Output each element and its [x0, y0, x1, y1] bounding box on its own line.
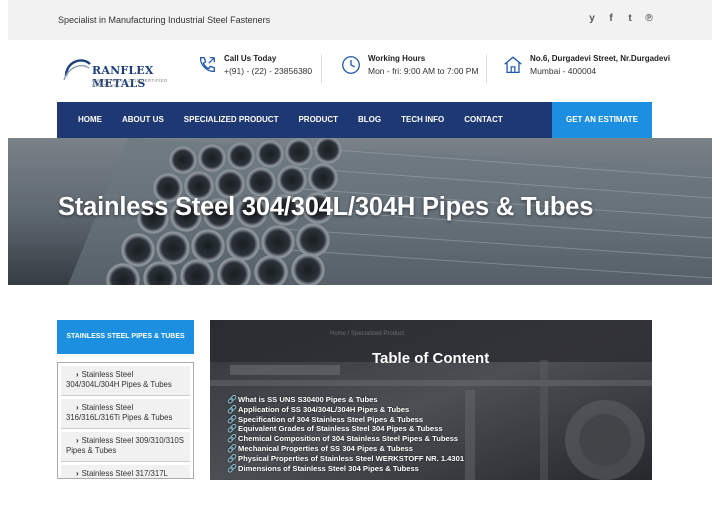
chevron-right-icon: ›	[76, 403, 79, 412]
link-icon: 🔗	[227, 453, 237, 463]
clock-icon	[342, 56, 360, 74]
address-line-2: Mumbai - 400004	[530, 66, 597, 76]
site-header: RANFLEX METALS (AN ISO 9001 : 2015 CERTI…	[8, 40, 712, 102]
toc-title: Table of Content	[372, 350, 490, 367]
header-divider	[321, 54, 322, 84]
toc-item[interactable]: 🔗What is SS UNS S30400 Pipes & Tubes	[227, 395, 464, 405]
toc-item[interactable]: 🔗Equivalent Grades of Stainless Steel 30…	[227, 424, 464, 434]
top-bar: Specialist in Manufacturing Industrial S…	[8, 0, 712, 40]
link-icon: 🔗	[227, 463, 237, 473]
chevron-right-icon: ›	[76, 469, 79, 478]
main-nav: HOME ABOUT US SPECIALIZED PRODUCT PRODUC…	[57, 102, 652, 138]
nav-blog[interactable]: BLOG	[348, 102, 391, 138]
nav-specialized-product[interactable]: SPECIALIZED PRODUCT	[174, 102, 289, 138]
nav-tech-info[interactable]: TECH INFO	[391, 102, 454, 138]
table-of-content-panel: Home / Specialized Product Table of Cont…	[210, 320, 652, 480]
hours-title: Working Hours	[368, 54, 426, 63]
twitter-icon[interactable]: y	[587, 13, 597, 24]
phone-icon	[199, 57, 215, 73]
social-links: y f t ℗	[587, 13, 654, 24]
link-icon: 🔗	[227, 395, 237, 404]
facebook-icon[interactable]: f	[606, 13, 616, 24]
link-icon: 🔗	[227, 414, 237, 424]
sidebar-item-317[interactable]: ›Stainless Steel 317/317L Pipes & Tubes	[61, 465, 190, 478]
chevron-right-icon: ›	[76, 370, 79, 379]
nav-contact[interactable]: CONTACT	[454, 102, 513, 138]
address-line-1: No.6, Durgadevi Street, Nr.Durgadevi	[530, 54, 671, 63]
toc-item[interactable]: 🔗Mechanical Properties of SS 304 Pipes &…	[227, 444, 464, 454]
get-estimate-button[interactable]: GET AN ESTIMATE	[552, 102, 652, 138]
tumblr-icon[interactable]: t	[625, 13, 635, 24]
call-info: Call Us Today +(91) - (22) - 23856380	[196, 54, 312, 76]
home-icon	[504, 56, 522, 73]
link-icon: 🔗	[227, 443, 237, 453]
breadcrumb[interactable]: Home / Specialized Product	[330, 331, 404, 337]
link-icon: 🔗	[227, 404, 237, 414]
toc-list: 🔗What is SS UNS S30400 Pipes & Tubes 🔗Ap…	[227, 395, 464, 473]
link-icon: 🔗	[227, 434, 237, 444]
pinterest-icon[interactable]: ℗	[644, 13, 654, 24]
link-icon: 🔗	[227, 424, 237, 434]
logo-swoosh-icon	[63, 59, 91, 81]
sidebar-item-label: Stainless Steel 317/317L Pipes & Tubes	[81, 469, 168, 478]
nav-home[interactable]: HOME	[57, 102, 112, 138]
hours-info: Working Hours Mon - fri: 9:00 AM to 7:00…	[340, 54, 479, 76]
hero-banner: Stainless Steel 304/304L/304H Pipes & Tu…	[8, 138, 712, 285]
call-number[interactable]: +(91) - (22) - 23856380	[224, 66, 312, 76]
logo-subtitle: (AN ISO 9001 : 2015 CERTIFIED COMPANY)	[92, 78, 168, 88]
toc-item[interactable]: 🔗Dimensions of Stainless Steel 304 Pipes…	[227, 464, 464, 474]
call-title: Call Us Today	[224, 54, 277, 63]
sidebar-heading: STAINLESS STEEL PIPES & TUBES	[57, 320, 194, 354]
chevron-right-icon: ›	[76, 436, 79, 445]
tagline: Specialist in Manufacturing Industrial S…	[58, 15, 271, 25]
toc-item[interactable]: 🔗Application of SS 304/304L/304H Pipes &…	[227, 405, 464, 415]
hours-value: Mon - fri: 9:00 AM to 7:00 PM	[368, 66, 479, 76]
sidebar-item-label: Stainless Steel 309/310/310S Pipes & Tub…	[66, 436, 184, 455]
sidebar-item-label: Stainless Steel 304/304L/304H Pipes & Tu…	[66, 370, 172, 389]
sidebar-item-309[interactable]: › Stainless Steel 309/310/310S Pipes & Tu…	[61, 432, 190, 462]
toc-item[interactable]: 🔗Chemical Composition of 304 Stainless S…	[227, 434, 464, 444]
toc-item[interactable]: 🔗Specification of 304 Stainless Steel Pi…	[227, 415, 464, 425]
page-title: Stainless Steel 304/304L/304H Pipes & Tu…	[58, 193, 594, 221]
nav-about-us[interactable]: ABOUT US	[112, 102, 174, 138]
sidebar-item-304[interactable]: › Stainless Steel 304/304L/304H Pipes & T…	[61, 366, 190, 396]
header-divider	[486, 54, 487, 84]
toc-item[interactable]: 🔗Physical Properties of Stainless Steel …	[227, 454, 464, 464]
sidebar-list[interactable]: › Stainless Steel 304/304L/304H Pipes & T…	[57, 362, 194, 479]
address-info: No.6, Durgadevi Street, Nr.Durgadevi Mum…	[502, 54, 670, 76]
sidebar-item-316[interactable]: › Stainless Steel 316/316L/316Ti Pipes & …	[61, 399, 190, 429]
company-logo[interactable]: RANFLEX METALS (AN ISO 9001 : 2015 CERTI…	[62, 54, 187, 90]
nav-product[interactable]: PRODUCT	[288, 102, 348, 138]
sidebar-item-label: Stainless Steel 316/316L/316Ti Pipes & T…	[66, 403, 173, 422]
